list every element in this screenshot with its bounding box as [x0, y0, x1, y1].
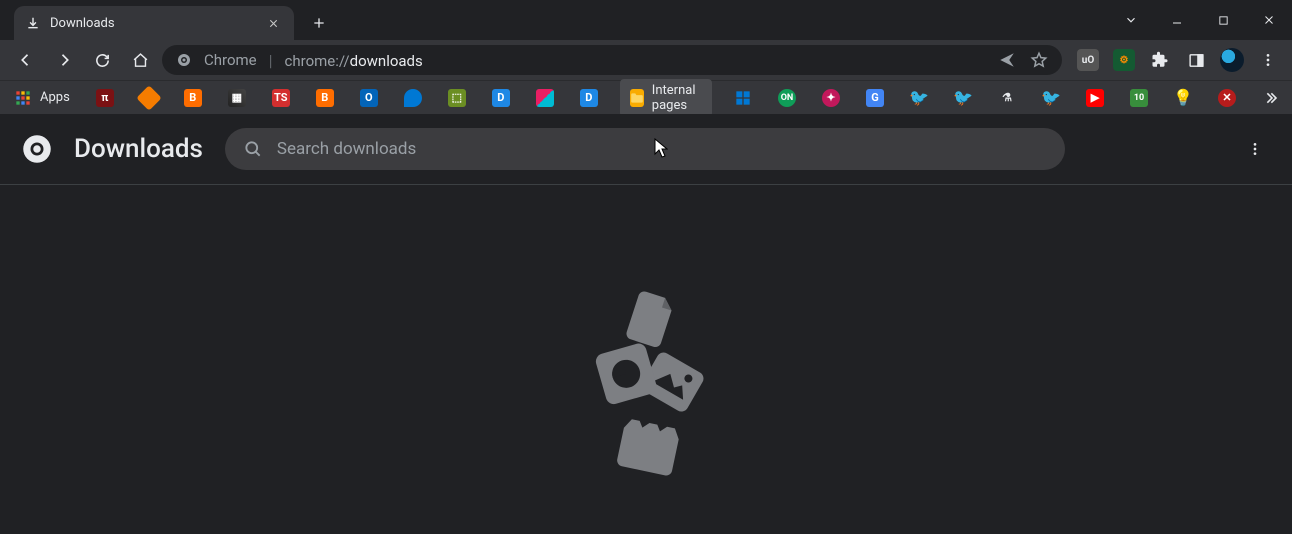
favicon-icon	[136, 85, 161, 110]
bookmark-item[interactable]: 🐦	[906, 87, 932, 109]
tab-search-button[interactable]	[1108, 0, 1154, 40]
separator: |	[269, 51, 273, 70]
bookmark-item[interactable]: D	[488, 87, 514, 109]
bookmark-item[interactable]: ON	[774, 87, 800, 109]
favicon-icon: ⬚	[448, 89, 466, 107]
bookmark-item[interactable]: 10	[1126, 87, 1152, 109]
favicon-icon	[536, 89, 554, 107]
bookmark-item[interactable]: ▦	[224, 87, 250, 109]
chrome-menu-button[interactable]	[1254, 46, 1282, 74]
page-title: Downloads	[74, 134, 203, 164]
tab-strip: Downloads	[0, 0, 1292, 40]
apps-icon	[14, 89, 32, 107]
chrome-logo-icon	[22, 134, 52, 164]
minimize-button[interactable]	[1154, 0, 1200, 40]
close-window-button[interactable]	[1246, 0, 1292, 40]
youtube-icon: ▶	[1086, 89, 1104, 107]
bookmark-item[interactable]	[532, 87, 558, 109]
favicon-icon: D	[492, 89, 510, 107]
address-bar[interactable]: Chrome | chrome://downloads	[162, 45, 1062, 75]
bookmark-item[interactable]: π	[92, 87, 118, 109]
url-text: chrome://downloads	[285, 51, 423, 70]
favicon-icon: ✕	[1218, 89, 1236, 107]
bookmark-label: Apps	[40, 90, 70, 105]
downloads-more-button[interactable]	[1240, 134, 1270, 164]
back-button[interactable]	[10, 44, 42, 76]
bookmark-folder-internal-pages[interactable]: Internal pages	[620, 79, 712, 117]
downloads-page: Downloads	[0, 114, 1292, 534]
extension-ublock[interactable]: uO	[1074, 46, 1102, 74]
search-icon	[243, 139, 263, 159]
onedrive-icon	[404, 89, 422, 107]
new-tab-button[interactable]	[304, 8, 334, 38]
extension-area: uO ⚙	[1068, 46, 1282, 74]
extension-generic-1[interactable]: ⚙	[1110, 46, 1138, 74]
site-info-icon[interactable]	[176, 52, 192, 68]
search-downloads-box[interactable]	[225, 128, 1065, 170]
tab-title: Downloads	[50, 16, 115, 31]
bookmark-item[interactable]: ✦	[818, 87, 844, 109]
favicon-icon: B	[184, 89, 202, 107]
twitter-icon: 🐦	[954, 89, 972, 107]
google-icon: G	[866, 89, 884, 107]
flask-icon: ⚗	[998, 89, 1016, 107]
outlook-icon: O	[360, 89, 378, 107]
bookmarks-bar: Apps π B ▦ TS B O ⬚ D D Internal pages O…	[0, 80, 1292, 114]
bookmark-star-icon[interactable]	[1030, 51, 1048, 69]
twitter-icon: 🐦	[910, 89, 928, 107]
close-tab-button[interactable]	[264, 14, 282, 32]
favicon-icon: ▦	[228, 89, 246, 107]
forward-button[interactable]	[48, 44, 80, 76]
bookmarks-overflow-button[interactable]	[1258, 88, 1282, 108]
home-button[interactable]	[124, 44, 156, 76]
extensions-button[interactable]	[1146, 46, 1174, 74]
toolbar: Chrome | chrome://downloads uO ⚙	[0, 40, 1292, 80]
bookmark-apps[interactable]: Apps	[10, 87, 74, 109]
bookmark-item[interactable]: B	[180, 87, 206, 109]
origin-label: Chrome	[204, 51, 257, 69]
favicon-icon: B	[316, 89, 334, 107]
reload-button[interactable]	[86, 44, 118, 76]
favicon-icon: 10	[1130, 89, 1148, 107]
bookmark-item[interactable]: 🐦	[1038, 87, 1064, 109]
download-icon	[26, 16, 40, 30]
bookmark-item[interactable]: D	[576, 87, 602, 109]
favicon-icon: TS	[272, 89, 290, 107]
empty-state-illustration	[546, 278, 746, 478]
favicon-icon: π	[96, 89, 114, 107]
bookmark-item[interactable]	[400, 87, 426, 109]
maximize-button[interactable]	[1200, 0, 1246, 40]
downloads-header: Downloads	[0, 114, 1292, 184]
side-panel-button[interactable]	[1182, 46, 1210, 74]
bookmark-item[interactable]: 🐦	[950, 87, 976, 109]
bookmark-item[interactable]: ⚗	[994, 87, 1020, 109]
bookmark-item[interactable]: ▶	[1082, 87, 1108, 109]
windows-icon	[734, 89, 752, 107]
bookmark-item[interactable]: ✕	[1214, 87, 1240, 109]
favicon-icon: D	[580, 89, 598, 107]
profile-avatar[interactable]	[1218, 46, 1246, 74]
bookmark-label: Internal pages	[652, 83, 702, 113]
favicon-icon: ON	[778, 89, 796, 107]
bulb-icon: 💡	[1174, 89, 1192, 107]
folder-icon	[630, 89, 644, 107]
bookmark-item[interactable]: 💡	[1170, 87, 1196, 109]
divider	[0, 184, 1292, 185]
bookmark-item[interactable]: ⬚	[444, 87, 470, 109]
bookmark-item[interactable]: G	[862, 87, 888, 109]
bookmark-item[interactable]	[136, 87, 162, 109]
browser-tab-downloads[interactable]: Downloads	[14, 6, 294, 40]
bookmark-item[interactable]: TS	[268, 87, 294, 109]
window-controls	[1108, 0, 1292, 40]
send-icon[interactable]	[998, 51, 1016, 69]
bookmark-item[interactable]: O	[356, 87, 382, 109]
twitter-icon: 🐦	[1042, 89, 1060, 107]
favicon-icon: ✦	[822, 89, 840, 107]
bookmark-item[interactable]: B	[312, 87, 338, 109]
bookmark-item[interactable]	[730, 87, 756, 109]
search-downloads-input[interactable]	[277, 139, 1047, 159]
